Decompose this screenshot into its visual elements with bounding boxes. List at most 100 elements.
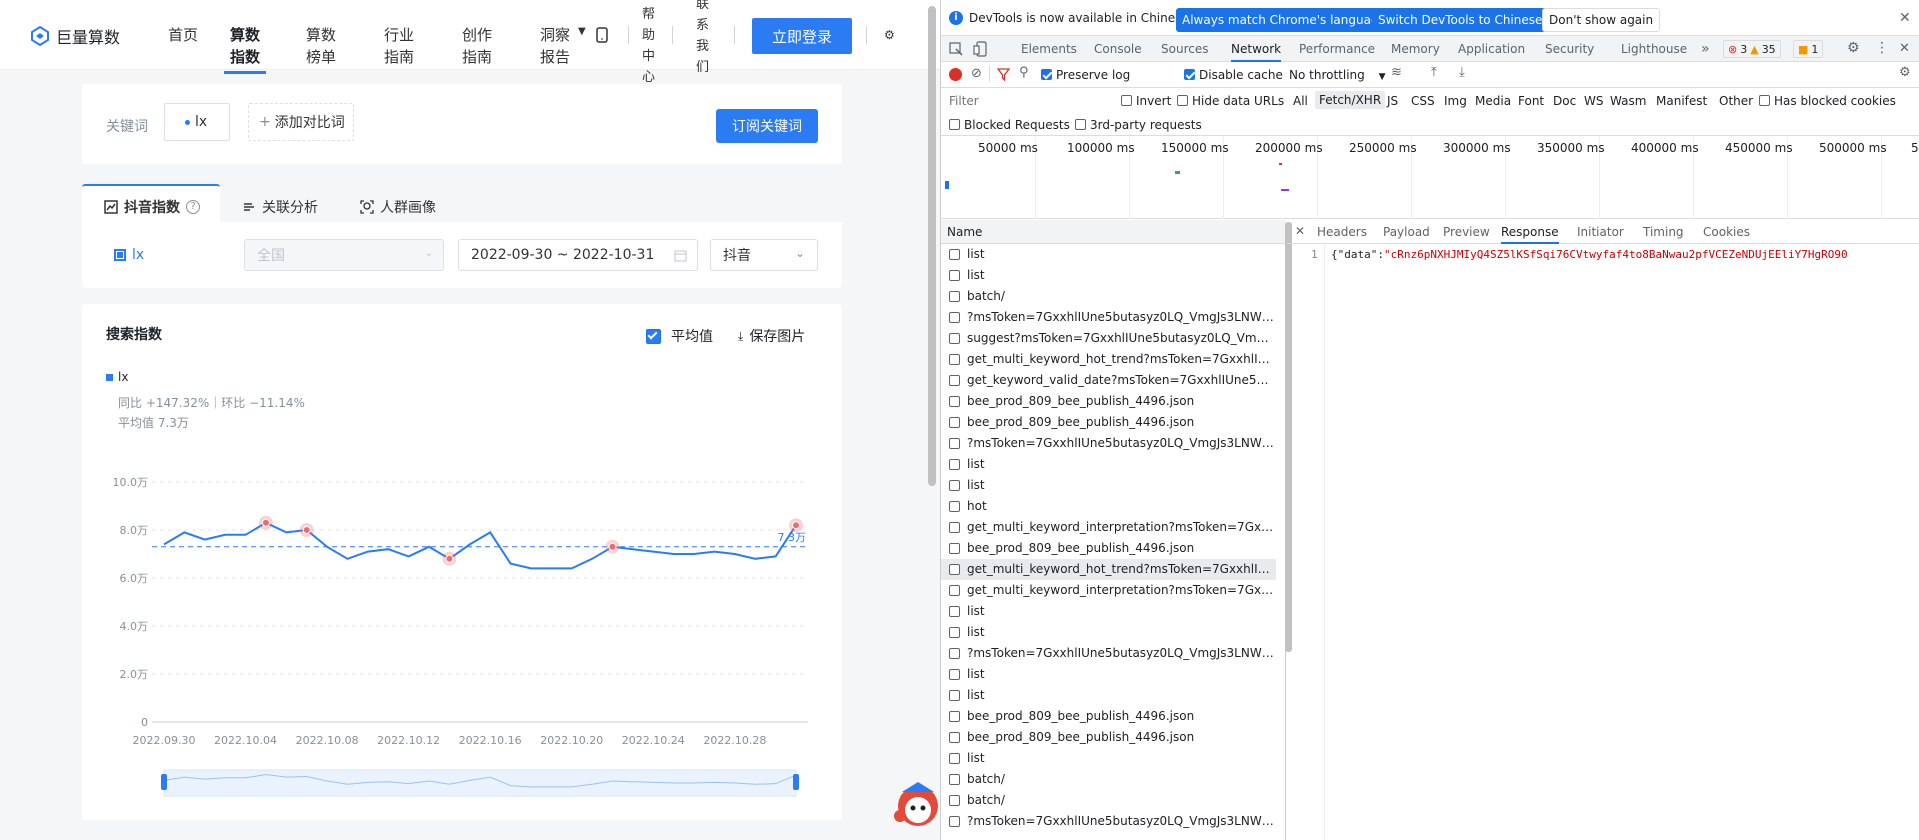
throttling-select[interactable]: No throttling ▼ — [1289, 68, 1386, 82]
tab-application[interactable]: Application — [1458, 36, 1525, 62]
device-toolbar-icon[interactable] — [973, 41, 987, 57]
network-conditions-icon[interactable]: ≋ — [1391, 65, 1402, 80]
hide-data-urls-toggle[interactable]: Hide data URLs — [1177, 94, 1284, 108]
tab-network[interactable]: Network — [1231, 36, 1282, 62]
request-row-checkbox[interactable] — [949, 690, 960, 701]
request-row-checkbox[interactable] — [949, 753, 960, 764]
request-row[interactable]: bee_prod_809_bee_publish_4496.json — [941, 391, 1276, 412]
request-row[interactable]: get_multi_keyword_hot_trend?msToken=7Gxx… — [941, 349, 1276, 370]
switch-chinese-button[interactable]: Switch DevTools to Chinese — [1372, 8, 1549, 32]
request-row-checkbox[interactable] — [949, 522, 960, 533]
request-row-checkbox[interactable] — [949, 543, 960, 554]
mascot-icon[interactable] — [894, 776, 940, 840]
request-row-checkbox[interactable] — [949, 375, 960, 386]
nav-contact-us[interactable]: 联系我们 — [696, 0, 714, 78]
mobile-icon[interactable] — [596, 27, 608, 43]
request-row[interactable]: list — [941, 244, 1276, 265]
tab-console[interactable]: Console — [1094, 36, 1142, 62]
match-language-button[interactable]: Always match Chrome's language — [1176, 8, 1392, 32]
request-row[interactable]: batch/ — [941, 790, 1276, 811]
nav-industry-guide[interactable]: 行业指南 — [384, 24, 420, 68]
subscribe-keyword-button[interactable]: 订阅关键词 — [716, 109, 818, 143]
request-row[interactable]: list — [941, 475, 1276, 496]
filter-input[interactable] — [945, 92, 1105, 110]
request-row[interactable]: list — [941, 748, 1276, 769]
type-filter-wasm[interactable]: Wasm — [1610, 94, 1646, 108]
detail-tab-preview[interactable]: Preview — [1443, 220, 1490, 244]
detail-tab-response[interactable]: Response — [1501, 220, 1559, 244]
request-row[interactable]: get_keyword_valid_date?msToken=7GxxhlIUn… — [941, 370, 1276, 391]
tab-sources[interactable]: Sources — [1161, 36, 1208, 62]
clear-icon[interactable]: ⊘ — [971, 66, 982, 81]
request-row[interactable]: batch/ — [941, 769, 1276, 790]
request-row-checkbox[interactable] — [949, 333, 960, 344]
close-icon[interactable]: ✕ — [1899, 10, 1911, 26]
request-row[interactable]: list — [941, 601, 1276, 622]
request-row-checkbox[interactable] — [949, 417, 960, 428]
search-index-line-chart[interactable]: 0 2.0万 4.0万 6.0万 8.0万 10.0万 2022.09.30 2022.10.… — [82, 460, 842, 820]
keyword-chip[interactable]: lx — [164, 103, 230, 141]
detail-tab-timing[interactable]: Timing — [1643, 220, 1684, 244]
request-row[interactable]: suggest?msToken=7GxxhlIUne5butasyz0LQ_Vm… — [941, 328, 1276, 349]
request-row-checkbox[interactable] — [949, 648, 960, 659]
export-har-icon[interactable]: ⤓ — [1459, 65, 1465, 80]
type-filter-other[interactable]: Other — [1719, 94, 1753, 108]
request-row[interactable]: list — [941, 685, 1276, 706]
type-filter-img[interactable]: Img — [1444, 94, 1467, 108]
nav-creator-guide[interactable]: 创作指南 — [462, 24, 498, 68]
nav-ranking[interactable]: 算数榜单 — [306, 24, 342, 68]
has-blocked-cookies-toggle[interactable]: Has blocked cookies — [1759, 94, 1896, 108]
request-row[interactable]: list — [941, 454, 1276, 475]
request-row[interactable]: ?msToken=7GxxhlIUne5butasyz0LQ_VmgJs3LNW… — [941, 307, 1276, 328]
request-row-checkbox[interactable] — [949, 480, 960, 491]
request-row[interactable]: get_multi_keyword_interpretation?msToken… — [941, 580, 1276, 601]
close-devtools-icon[interactable]: ✕ — [1899, 41, 1910, 56]
zoom-handle-left[interactable] — [161, 774, 167, 790]
import-har-icon[interactable]: ⤒ — [1431, 65, 1437, 80]
request-row[interactable]: hot — [941, 496, 1276, 517]
filter-icon[interactable] — [997, 68, 1010, 81]
request-row[interactable]: ?msToken=7GxxhlIUne5butasyz0LQ_VmgJs3LNW… — [941, 811, 1276, 832]
detail-tab-payload[interactable]: Payload — [1383, 220, 1430, 244]
network-overview-timeline[interactable]: 50000 ms 100000 ms 150000 ms 200000 ms 2… — [941, 137, 1919, 219]
nav-help-center[interactable]: 帮助中心 — [642, 4, 660, 88]
request-row-checkbox[interactable] — [949, 795, 960, 806]
add-compare-button[interactable]: + 添加对比词 — [248, 103, 354, 141]
request-row[interactable]: get_multi_keyword_hot_trend?msToken=7Gxx… — [941, 559, 1276, 580]
type-filter-doc[interactable]: Doc — [1553, 94, 1576, 108]
type-filter-all[interactable]: All — [1293, 94, 1308, 108]
help-question-icon[interactable]: ? — [186, 200, 200, 214]
request-row-checkbox[interactable] — [949, 438, 960, 449]
request-row-checkbox[interactable] — [949, 270, 960, 281]
save-image-button[interactable]: ⤓ 保存图片 — [738, 326, 805, 346]
inspect-element-icon[interactable] — [949, 42, 963, 56]
settings-gear-icon[interactable]: ⚙ — [884, 28, 895, 42]
page-scrollbar[interactable] — [928, 6, 936, 486]
dont-show-button[interactable]: Don't show again — [1542, 8, 1661, 32]
name-column-header[interactable]: Name — [941, 220, 1286, 244]
request-row-checkbox[interactable] — [949, 606, 960, 617]
request-row[interactable]: bee_prod_809_bee_publish_4496.json — [941, 706, 1276, 727]
nav-index[interactable]: 算数指数 — [230, 24, 266, 68]
request-row[interactable]: ?msToken=7GxxhlIUne5butasyz0LQ_VmgJs3LNW… — [941, 643, 1276, 664]
disable-cache-toggle[interactable]: Disable cache — [1184, 68, 1283, 82]
request-row-checkbox[interactable] — [949, 501, 960, 512]
request-row[interactable]: bee_prod_809_bee_publish_4496.json — [941, 538, 1276, 559]
invert-toggle[interactable]: Invert — [1121, 94, 1171, 108]
request-row-checkbox[interactable] — [949, 816, 960, 827]
more-options-icon[interactable]: ⋮ — [1875, 40, 1889, 56]
detail-tab-initiator[interactable]: Initiator — [1577, 220, 1624, 244]
type-filter-ws[interactable]: WS — [1584, 94, 1603, 108]
request-row[interactable]: list — [941, 265, 1276, 286]
search-icon[interactable]: ⚲ — [1019, 65, 1029, 80]
zoom-handle-right[interactable] — [793, 774, 799, 790]
nav-home[interactable]: 首页 — [168, 24, 204, 46]
request-row[interactable]: list — [941, 622, 1276, 643]
close-detail-icon[interactable]: ✕ — [1295, 224, 1305, 238]
nav-insight-report[interactable]: 洞察报告 — [540, 24, 576, 68]
request-row[interactable]: bee_prod_809_bee_publish_4496.json — [941, 727, 1276, 748]
tab-elements[interactable]: Elements — [1021, 36, 1077, 62]
request-row-checkbox[interactable] — [949, 711, 960, 722]
type-filter-js[interactable]: JS — [1387, 94, 1398, 108]
tab-douyin-index[interactable]: 抖音指数 ? — [104, 197, 200, 217]
